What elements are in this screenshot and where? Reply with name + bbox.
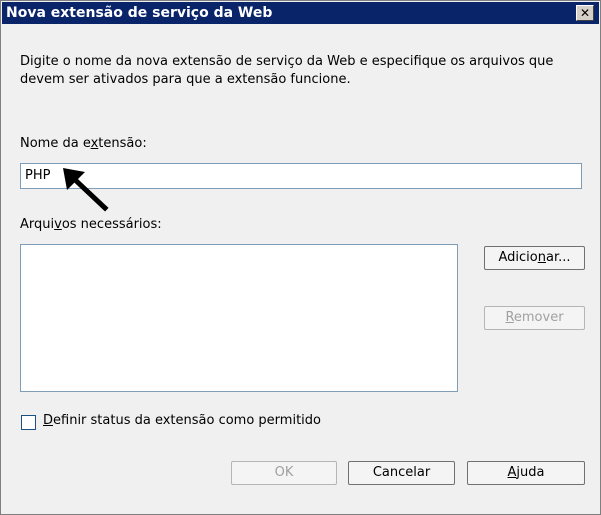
required-files-list[interactable] bbox=[20, 244, 458, 392]
allow-status-label[interactable]: Definir status da extensão como permitid… bbox=[43, 413, 321, 428]
window-title: Nova extensão de serviço da Web bbox=[6, 5, 273, 21]
ok-button[interactable]: OK bbox=[231, 461, 337, 485]
cancel-button[interactable]: Cancelar bbox=[348, 461, 455, 485]
dialog-window: Nova extensão de serviço da Web ✕ Digite… bbox=[0, 0, 601, 515]
allow-status-checkbox[interactable] bbox=[21, 415, 36, 430]
close-button[interactable]: ✕ bbox=[576, 5, 594, 21]
close-icon: ✕ bbox=[579, 6, 591, 20]
extension-name-value: PHP bbox=[25, 168, 51, 183]
required-files-label: Arquivos necessários: bbox=[20, 217, 162, 232]
description-text: Digite o nome da nova extensão de serviç… bbox=[20, 54, 554, 87]
pointer-arrow-icon bbox=[63, 168, 109, 212]
title-bar[interactable]: Nova extensão de serviço da Web ✕ bbox=[2, 2, 599, 24]
remove-button[interactable]: Remover bbox=[484, 306, 585, 330]
help-button[interactable]: Ajuda bbox=[467, 461, 585, 485]
add-button[interactable]: Adicionar... bbox=[484, 246, 585, 270]
extension-name-label: Nome da extensão: bbox=[20, 136, 147, 151]
